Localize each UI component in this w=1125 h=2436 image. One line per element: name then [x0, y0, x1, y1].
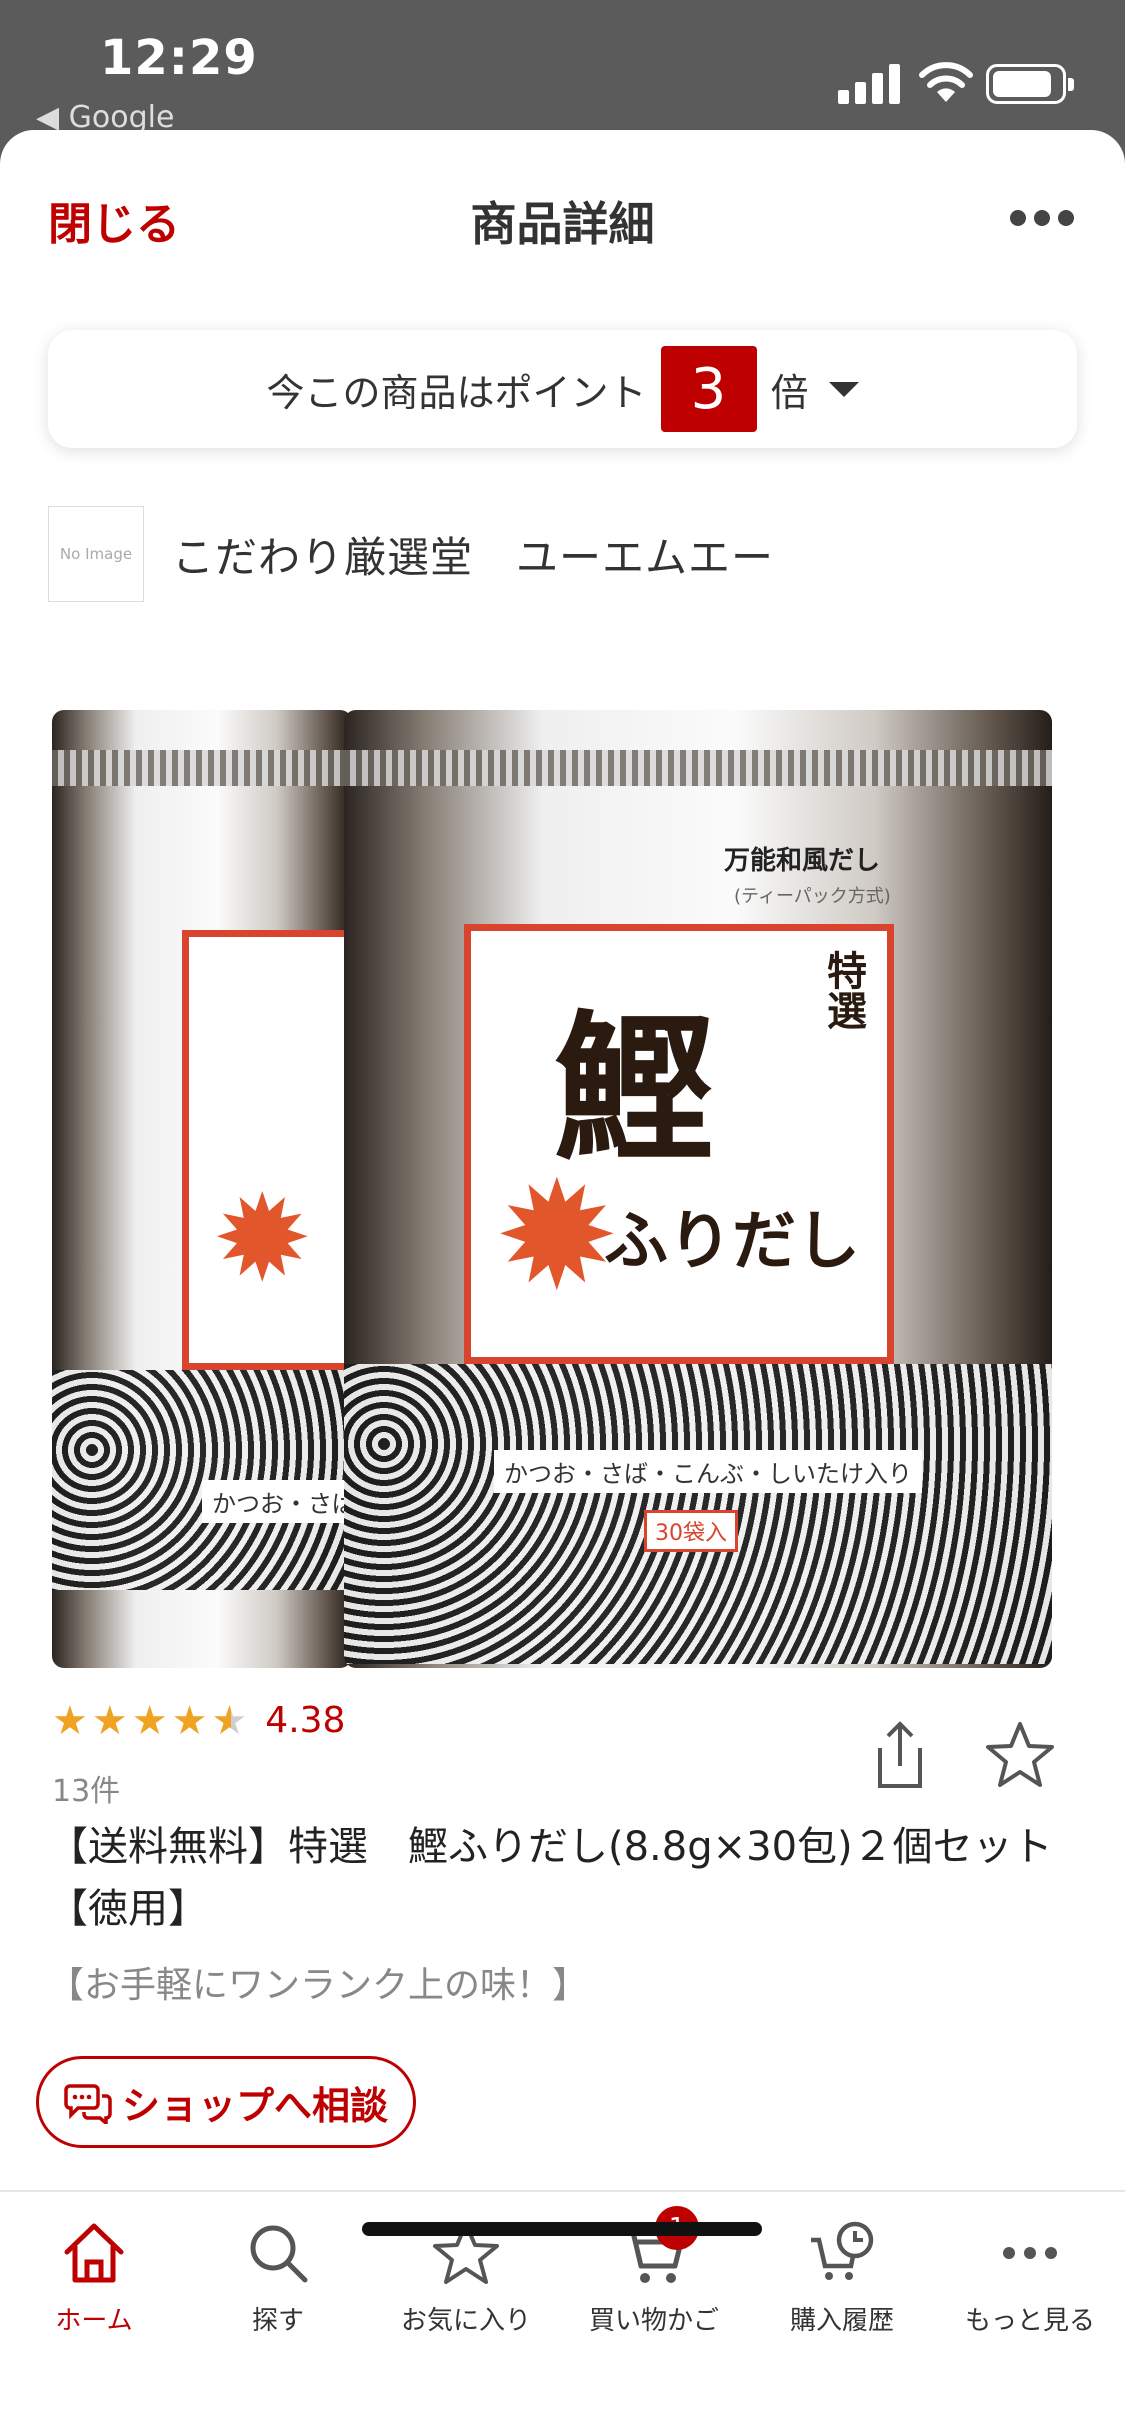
- product-package-back: ✹ かつお・さば: [52, 710, 352, 1668]
- shop-row[interactable]: No Image こだわり厳選堂 ユーエムエー: [48, 506, 774, 602]
- status-bar: 12:29 ◀ Google: [0, 0, 1125, 135]
- chat-bubble-icon: [64, 2084, 112, 2124]
- consult-shop-button[interactable]: ショップへ相談: [36, 2056, 416, 2148]
- star-half-icon: ★: [211, 1697, 248, 1744]
- tab-label: お気に入り: [400, 2306, 531, 2336]
- points-suffix: 倍: [770, 370, 809, 415]
- consult-shop-label: ショップへ相談: [121, 2085, 388, 2128]
- points-prefix: 今この商品はポイント: [266, 370, 647, 415]
- tab-label: 購入履歴: [789, 2306, 894, 2336]
- nav-bar: 閉じる 商品詳細: [0, 130, 1125, 300]
- star-full-icon: ★: [171, 1697, 208, 1744]
- home-indicator[interactable]: [362, 2222, 762, 2236]
- share-icon[interactable]: [872, 1720, 928, 1790]
- catch-copy: 【お手軽にワンランク上の味！】: [48, 1965, 589, 2006]
- tab-search[interactable]: 探す: [184, 2192, 372, 2362]
- package-ingredients-partial: かつお・さば: [202, 1480, 352, 1523]
- package-tokusen: 特選: [820, 950, 867, 1030]
- tab-home[interactable]: ホーム: [0, 2192, 188, 2362]
- more-icon: [1003, 2247, 1057, 2259]
- star-full-icon: ★: [91, 1697, 128, 1744]
- more-options-icon[interactable]: [1010, 210, 1074, 230]
- product-detail-sheet: 閉じる 商品詳細 今この商品はポイント 3 倍 No Image こだわり厳選堂…: [0, 130, 1125, 2436]
- page-title: 商品詳細: [470, 197, 655, 251]
- shop-name[interactable]: こだわり厳選堂 ユーエムエー: [172, 524, 774, 585]
- favorite-star-icon[interactable]: [984, 1720, 1056, 1790]
- product-image[interactable]: ✹ かつお・さば 万能和風だし (ティーパック方式) 特選 鰹 ✹ ふりだし か…: [48, 650, 1077, 1670]
- tab-label: ホーム: [55, 2306, 133, 2336]
- history-icon: [811, 2221, 874, 2280]
- tab-label: 買い物かご: [588, 2306, 719, 2336]
- star-full-icon: ★: [52, 1697, 88, 1744]
- package-ingredients: かつお・さば・こんぶ・しいたけ入り: [494, 1450, 922, 1493]
- wifi-icon: [919, 62, 973, 102]
- tab-purchase-history[interactable]: 購入履歴: [748, 2192, 936, 2362]
- review-count[interactable]: 13件: [52, 1766, 120, 1810]
- tab-favorites[interactable]: お気に入り: [372, 2192, 560, 2362]
- maple-leaf-icon: ✹: [494, 1150, 620, 1324]
- rating-stars: ★ ★ ★ ★ ★: [52, 1701, 247, 1741]
- star-full-icon: ★: [131, 1697, 168, 1744]
- status-time: 12:29: [100, 30, 258, 86]
- package-sub-text: (ティーパック方式): [734, 886, 891, 907]
- package-top-text: 万能和風だし: [724, 846, 881, 876]
- package-script: ふりだし: [604, 1204, 860, 1279]
- caret-down-icon: [828, 381, 859, 397]
- search-icon: [250, 2225, 308, 2283]
- rating-value: 4.38: [265, 1700, 346, 1741]
- rating-row[interactable]: ★ ★ ★ ★ ★ 4.38: [52, 1700, 345, 1741]
- points-multiplier-badge: 3: [660, 346, 757, 432]
- battery-icon: [986, 64, 1074, 104]
- tab-label: 探す: [251, 2306, 304, 2336]
- tab-cart[interactable]: 1 買い物かご: [560, 2192, 748, 2362]
- shop-logo: No Image: [48, 506, 144, 602]
- tab-more[interactable]: もっと見る: [936, 2192, 1124, 2362]
- tab-label: もっと見る: [964, 2306, 1095, 2336]
- points-banner[interactable]: 今この商品はポイント 3 倍: [48, 330, 1077, 448]
- package-count: 30袋入: [644, 1510, 738, 1552]
- product-package-front: 万能和風だし (ティーパック方式) 特選 鰹 ✹ ふりだし かつお・さば・こんぶ…: [344, 710, 1052, 1668]
- cellular-signal-icon: [838, 62, 900, 104]
- home-icon: [64, 2223, 124, 2283]
- product-title: 【送料無料】特選 鰹ふりだし(8.8g×30包)２個セット【徳用】: [48, 1824, 1053, 1932]
